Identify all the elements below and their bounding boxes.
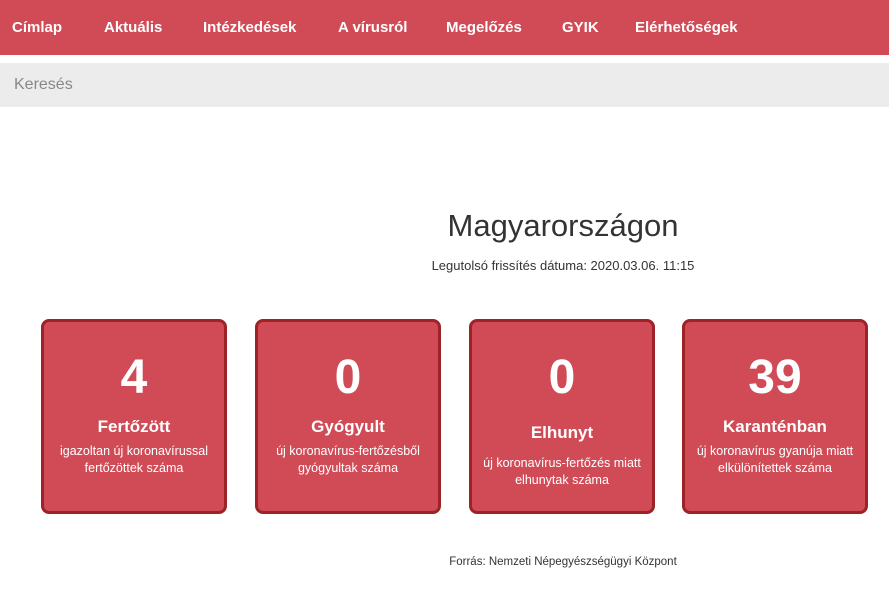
- top-navigation: Címlap Aktuális Intézkedések A vírusról …: [0, 0, 889, 55]
- stat-value: 0: [334, 351, 362, 404]
- stat-title: Karanténban: [723, 417, 827, 436]
- search-input[interactable]: [14, 63, 874, 107]
- stat-card-deceased: 0 Elhunyt új koronavírus-fertőzés miatt …: [469, 319, 655, 514]
- nav-item-intezkedesek[interactable]: Intézkedések: [203, 19, 296, 36]
- last-updated-text: Legutolsó frissítés dátuma: 2020.03.06. …: [431, 258, 695, 273]
- nav-item-elerhetosegek[interactable]: Elérhetőségek: [635, 19, 738, 36]
- search-bar: [0, 63, 889, 107]
- stat-card-quarantined: 39 Karanténban új koronavírus gyanúja mi…: [682, 319, 868, 514]
- stat-card-recovered: 0 Gyógyult új koronavírus-fertőzésből gy…: [255, 319, 441, 514]
- page-title: Magyarországon: [447, 208, 679, 243]
- stat-description: új koronavírus-fertőzés miatt elhunytak …: [483, 456, 641, 487]
- stat-value: 0: [548, 351, 576, 404]
- nav-item-a-virusrol[interactable]: A vírusról: [338, 19, 407, 36]
- nav-item-megelozes[interactable]: Megelőzés: [446, 19, 522, 36]
- stat-value: 39: [748, 351, 802, 404]
- stat-value: 4: [120, 351, 148, 404]
- stat-description: új koronavírus gyanúja miatt elkülönítet…: [696, 444, 854, 475]
- stat-description: igazoltan új koronavírussal fertőzöttek …: [60, 444, 208, 475]
- stat-card-infected: 4 Fertőzött igazoltan új koronavírussal …: [41, 319, 227, 514]
- stat-title: Fertőzött: [97, 417, 171, 436]
- nav-item-cimlap[interactable]: Címlap: [12, 19, 62, 36]
- stat-title: Elhunyt: [530, 423, 594, 442]
- stat-description: új koronavírus-fertőzésből gyógyultak sz…: [276, 444, 420, 475]
- stat-title: Gyógyult: [311, 417, 385, 436]
- nav-item-gyik[interactable]: GYIK: [562, 19, 599, 36]
- nav-item-aktualis[interactable]: Aktuális: [104, 19, 162, 36]
- source-note: Forrás: Nemzeti Népegyészségügyi Központ: [449, 556, 677, 568]
